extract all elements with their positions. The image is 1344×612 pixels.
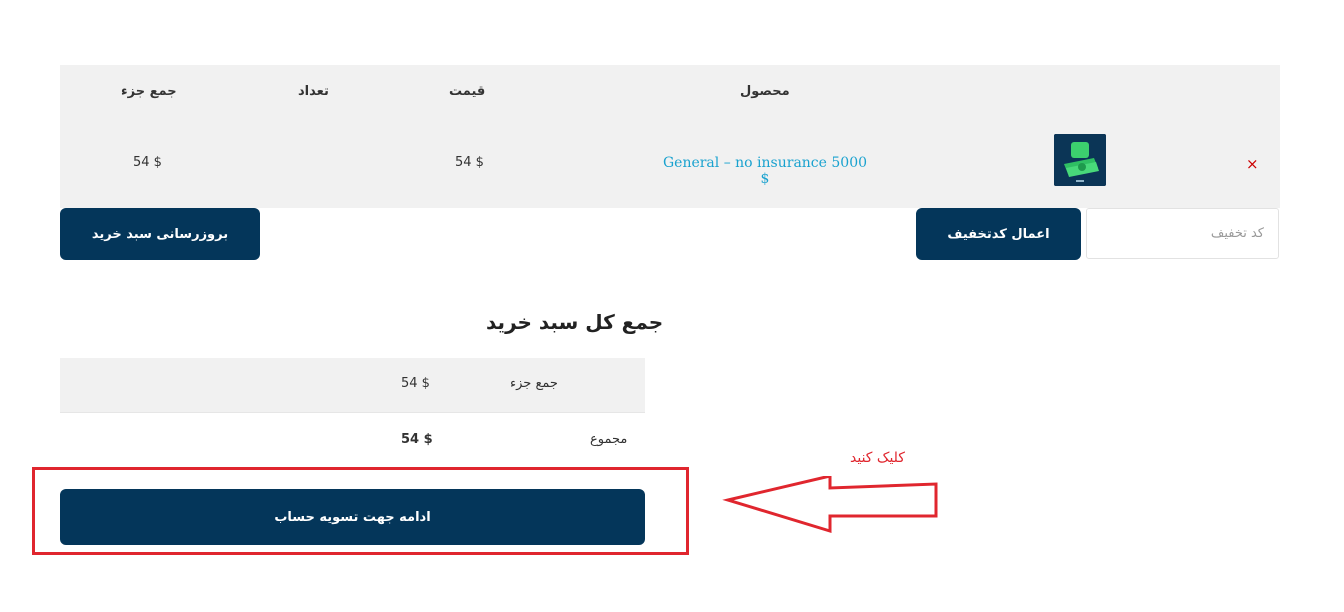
item-subtotal: 54 $ — [133, 155, 162, 170]
totals-subtotal-value: 54 $ — [401, 376, 430, 391]
header-price: قیمت — [449, 84, 486, 99]
update-cart-label: بروزرسانی سبد خرید — [91, 226, 229, 242]
item-price: 54 $ — [455, 155, 484, 170]
totals-total-row — [60, 413, 645, 467]
totals-subtotal-label: جمع جزء — [510, 376, 558, 391]
header-quantity: تعداد — [298, 84, 329, 99]
apply-coupon-button[interactable]: اعمال کدتخفیف — [916, 208, 1081, 260]
update-cart-button[interactable]: بروزرسانی سبد خرید — [60, 208, 260, 260]
cart-totals-title: جمع کل سبد خرید — [486, 310, 664, 334]
remove-item-button[interactable]: × — [1246, 155, 1259, 173]
header-subtotal: جمع جزء — [121, 84, 177, 99]
product-thumbnail[interactable] — [1054, 134, 1106, 186]
totals-total-value: 54 $ — [401, 432, 433, 447]
header-product: محصول — [740, 84, 790, 99]
annotation-highlight-box — [32, 467, 689, 555]
money-icon — [1054, 134, 1106, 186]
totals-total-label: مجموع — [590, 432, 628, 447]
apply-coupon-label: اعمال کدتخفیف — [947, 226, 1050, 242]
product-link[interactable]: General – no insurance 5000 $ — [660, 155, 870, 187]
annotation-arrow-icon — [722, 476, 938, 534]
coupon-input[interactable] — [1086, 208, 1279, 259]
annotation-text: کلیک کنید — [850, 450, 905, 466]
